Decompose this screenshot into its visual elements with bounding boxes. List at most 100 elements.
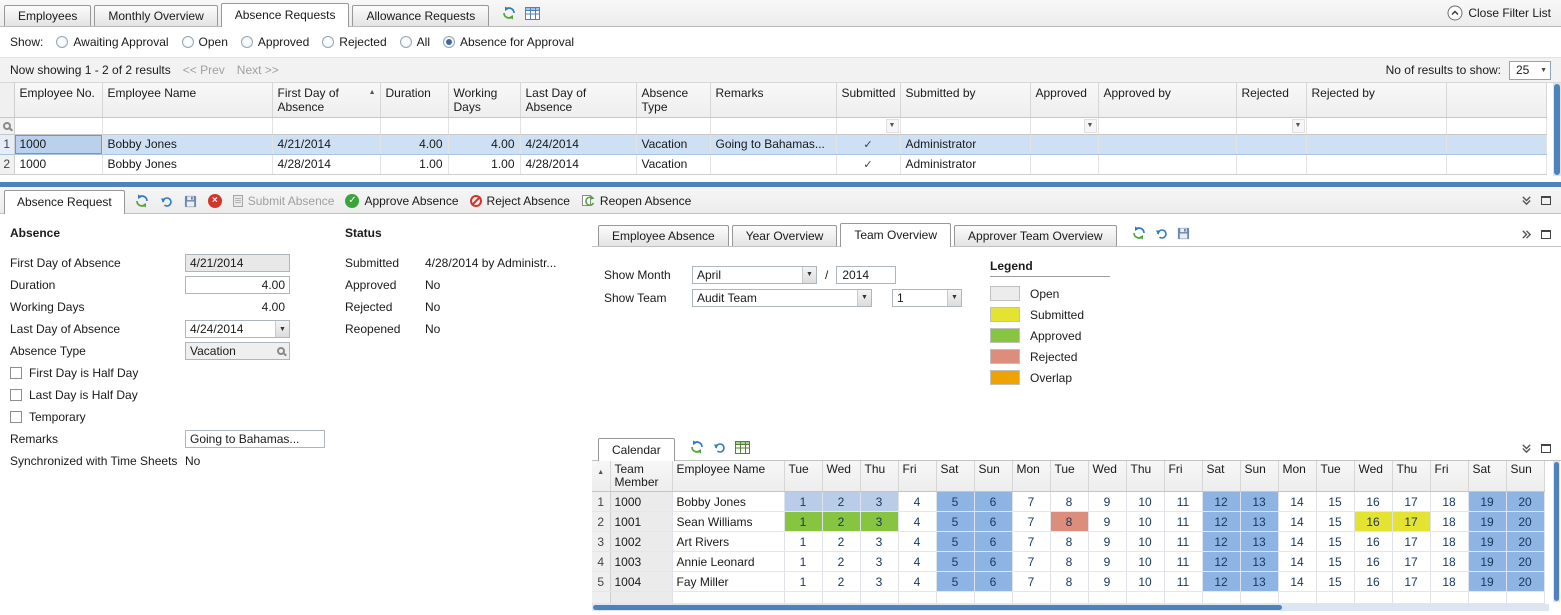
day-cell-9[interactable]: 9 xyxy=(1088,552,1126,572)
calendar-row[interactable]: 21001Sean Williams1234567891011121314151… xyxy=(592,512,1544,532)
day-cell-8[interactable]: 8 xyxy=(1050,492,1088,512)
filter-cell-working-days[interactable] xyxy=(448,117,520,134)
day-cell-6[interactable]: 6 xyxy=(974,512,1012,532)
table-row[interactable]: 21000Bobby Jones4/28/20141.001.004/28/20… xyxy=(0,154,1546,174)
tab-absence-request[interactable]: Absence Request xyxy=(4,190,125,214)
filter-search-cell[interactable] xyxy=(0,117,14,134)
tab-year-overview[interactable]: Year Overview xyxy=(732,225,838,246)
day-cell-15[interactable]: 15 xyxy=(1316,512,1354,532)
undo-icon[interactable] xyxy=(713,441,726,454)
radio-approved[interactable]: Approved xyxy=(241,35,309,49)
tab-employee-absence[interactable]: Employee Absence xyxy=(598,225,729,246)
checkbox-first-day-is-half-day[interactable]: First Day is Half Day xyxy=(10,362,592,384)
day-cell-16[interactable]: 16 xyxy=(1354,532,1392,552)
first-day-input[interactable]: 4/21/2014 xyxy=(185,254,290,272)
column-header-last-day-of-absence[interactable]: Last Day of Absence xyxy=(520,83,636,117)
checkbox-temporary[interactable]: Temporary xyxy=(10,406,592,428)
prev-page-link[interactable]: << Prev xyxy=(183,63,225,77)
day-cell-2[interactable]: 2 xyxy=(822,552,860,572)
undo-icon[interactable] xyxy=(1155,227,1168,240)
day-header-20[interactable]: Sun xyxy=(1506,461,1544,492)
filter-cell-submitted-by[interactable] xyxy=(900,117,1030,134)
calendar-grid-icon[interactable] xyxy=(735,441,750,454)
column-header-remarks[interactable]: Remarks xyxy=(710,83,836,117)
day-cell-16[interactable]: 16 xyxy=(1354,512,1392,532)
day-cell-17[interactable]: 17 xyxy=(1392,532,1430,552)
reject-absence-button[interactable]: Reject Absence xyxy=(470,194,570,208)
day-cell-18[interactable]: 18 xyxy=(1430,532,1468,552)
day-cell-12[interactable]: 12 xyxy=(1202,492,1240,512)
team-number-select[interactable]: 1 ▼ xyxy=(892,289,962,307)
day-cell-9[interactable]: 9 xyxy=(1088,512,1126,532)
day-cell-8[interactable]: 8 xyxy=(1050,572,1088,592)
year-input[interactable]: 2014 xyxy=(836,266,896,284)
tab-employees[interactable]: Employees xyxy=(4,5,91,26)
day-header-17[interactable]: Thu xyxy=(1392,461,1430,492)
tab-absence-requests[interactable]: Absence Requests xyxy=(221,3,350,27)
day-cell-4[interactable]: 4 xyxy=(898,572,936,592)
maximize-icon[interactable] xyxy=(1541,444,1551,453)
day-cell-3[interactable]: 3 xyxy=(860,492,898,512)
day-header-13[interactable]: Sun xyxy=(1240,461,1278,492)
tab-calendar[interactable]: Calendar xyxy=(598,438,675,461)
day-cell-7[interactable]: 7 xyxy=(1012,572,1050,592)
refresh-icon[interactable] xyxy=(135,194,149,208)
day-cell-16[interactable]: 16 xyxy=(1354,552,1392,572)
day-header-19[interactable]: Sat xyxy=(1468,461,1506,492)
tab-approver-team-overview[interactable]: Approver Team Overview xyxy=(954,225,1117,246)
filter-cell-duration[interactable] xyxy=(380,117,448,134)
day-cell-7[interactable]: 7 xyxy=(1012,492,1050,512)
month-select[interactable]: April ▼ xyxy=(692,266,817,284)
day-cell-11[interactable]: 11 xyxy=(1164,492,1202,512)
filter-cell-rejected[interactable]: ▼ xyxy=(1236,117,1306,134)
last-day-select[interactable]: 4/24/2014 ▼ xyxy=(185,320,290,338)
column-header-duration[interactable]: Duration xyxy=(380,83,448,117)
day-cell-2[interactable]: 2 xyxy=(822,492,860,512)
day-header-14[interactable]: Mon xyxy=(1278,461,1316,492)
day-cell-14[interactable]: 14 xyxy=(1278,552,1316,572)
day-cell-9[interactable]: 9 xyxy=(1088,572,1126,592)
day-cell-15[interactable]: 15 xyxy=(1316,492,1354,512)
checkbox-last-day-is-half-day[interactable]: Last Day is Half Day xyxy=(10,384,592,406)
day-cell-10[interactable]: 10 xyxy=(1126,532,1164,552)
day-cell-1[interactable]: 1 xyxy=(784,512,822,532)
day-cell-9[interactable]: 9 xyxy=(1088,492,1126,512)
day-cell-4[interactable]: 4 xyxy=(898,552,936,572)
day-cell-7[interactable]: 7 xyxy=(1012,552,1050,572)
filter-cell-approved[interactable]: ▼ xyxy=(1030,117,1098,134)
day-cell-18[interactable]: 18 xyxy=(1430,492,1468,512)
day-cell-10[interactable]: 10 xyxy=(1126,552,1164,572)
filter-cell-submitted[interactable]: ▼ xyxy=(836,117,900,134)
day-cell-20[interactable]: 20 xyxy=(1506,492,1544,512)
day-cell-10[interactable]: 10 xyxy=(1126,512,1164,532)
day-header-2[interactable]: Wed xyxy=(822,461,860,492)
day-cell-10[interactable]: 10 xyxy=(1126,492,1164,512)
day-cell-3[interactable]: 3 xyxy=(860,552,898,572)
day-header-3[interactable]: Thu xyxy=(860,461,898,492)
reopen-absence-button[interactable]: Reopen Absence xyxy=(581,194,691,208)
day-cell-1[interactable]: 1 xyxy=(784,552,822,572)
day-cell-6[interactable]: 6 xyxy=(974,572,1012,592)
calendar-row[interactable]: 41003Annie Leonard1234567891011121314151… xyxy=(592,552,1544,572)
approve-absence-button[interactable]: ✓ Approve Absence xyxy=(345,194,458,208)
day-cell-18[interactable]: 18 xyxy=(1430,512,1468,532)
column-header-first-day-of-absence[interactable]: First Day of Absence▲ xyxy=(272,83,380,117)
day-cell-7[interactable]: 7 xyxy=(1012,512,1050,532)
absence-type-input[interactable]: Vacation xyxy=(185,342,290,360)
day-cell-13[interactable]: 13 xyxy=(1240,552,1278,572)
day-cell-8[interactable]: 8 xyxy=(1050,532,1088,552)
tab-team-overview[interactable]: Team Overview xyxy=(840,223,951,247)
column-header-absence-type[interactable]: Absence Type xyxy=(636,83,710,117)
undo-icon[interactable] xyxy=(160,195,173,208)
day-header-1[interactable]: Tue xyxy=(784,461,822,492)
column-header-approved-by[interactable]: Approved by xyxy=(1098,83,1236,117)
day-cell-1[interactable]: 1 xyxy=(784,492,822,512)
day-cell-1[interactable]: 1 xyxy=(784,532,822,552)
day-header-7[interactable]: Mon xyxy=(1012,461,1050,492)
day-cell-2[interactable]: 2 xyxy=(822,532,860,552)
column-header-rejected[interactable]: Rejected xyxy=(1236,83,1306,117)
day-cell-18[interactable]: 18 xyxy=(1430,572,1468,592)
day-cell-17[interactable]: 17 xyxy=(1392,572,1430,592)
collapse-double-down-icon[interactable] xyxy=(1521,443,1532,454)
day-cell-20[interactable]: 20 xyxy=(1506,532,1544,552)
